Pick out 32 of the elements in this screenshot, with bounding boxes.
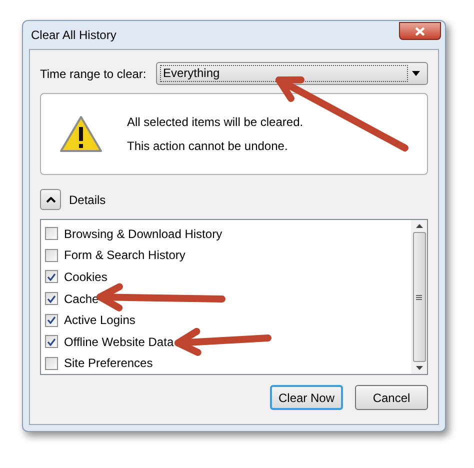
warning-text: All selected items will be cleared. [127, 114, 304, 131]
checkbox[interactable] [45, 335, 58, 348]
checkbox-label: Browsing & Download History [64, 226, 222, 243]
warning-text: This action cannot be undone. [127, 138, 289, 155]
checkbox-label: Cookies [64, 268, 108, 286]
warning-icon [59, 115, 103, 153]
details-toggle-button[interactable] [40, 189, 61, 210]
checkbox-label: Site Preferences [64, 355, 153, 372]
grip-icon [416, 294, 422, 300]
checkbox[interactable] [45, 227, 58, 240]
checkbox[interactable] [45, 292, 58, 306]
scroll-down-icon[interactable] [416, 366, 422, 370]
checkbox[interactable] [45, 314, 58, 327]
time-range-label: Time range to clear: [40, 66, 148, 82]
details-label: Details [69, 192, 106, 208]
checkbox[interactable] [45, 356, 58, 370]
dropdown-arrow-icon [412, 71, 420, 76]
checkbox-label: Form & Search History [64, 247, 186, 264]
checkbox-label: Active Logins [64, 312, 136, 330]
checkbox-label: Offline Website Data [64, 334, 174, 351]
dialog-button[interactable]: Cancel [355, 385, 428, 410]
dialog-button[interactable]: Clear Now [270, 385, 343, 410]
close-button[interactable] [399, 22, 441, 40]
time-range-dropdown[interactable]: Everything [156, 62, 428, 85]
window-title: Clear All History [31, 27, 116, 44]
chevron-icon [46, 196, 56, 202]
checkbox[interactable] [45, 270, 58, 284]
checkbox-label: Cache [64, 290, 99, 308]
scrollbar[interactable] [411, 220, 427, 374]
scroll-up-icon[interactable] [416, 224, 422, 228]
checkbox[interactable] [45, 248, 58, 262]
close-icon [415, 26, 425, 36]
